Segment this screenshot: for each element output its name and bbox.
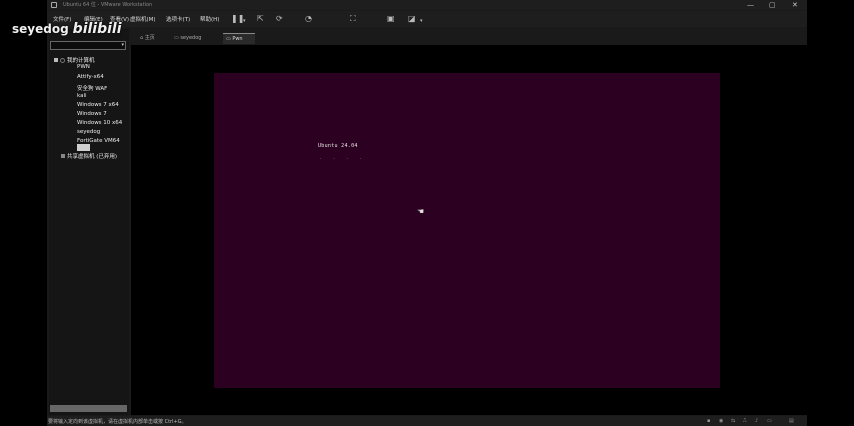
computer-icon: [60, 58, 65, 63]
vmware-icon: [51, 2, 57, 8]
vm-item-seyedog[interactable]: seyedog: [77, 129, 100, 135]
library-search-input[interactable]: ▾: [50, 41, 126, 50]
library-root[interactable]: 我的计算机: [54, 56, 95, 64]
vm-item-kali[interactable]: kali: [77, 93, 87, 99]
library-panel: ▾ 我的计算机 PWN Attify-x64 安全狗 WAF kali Wind…: [49, 29, 129, 415]
fit-guest-icon[interactable]: ▣: [387, 14, 395, 24]
title-bar: Ubuntu 64 位 - VMware Workstation — ▢ ✕: [47, 0, 807, 10]
menu-help[interactable]: 帮助(H): [200, 15, 219, 23]
tab-pwn-label: Pwn: [232, 36, 243, 42]
chevron-down-icon[interactable]: ▾: [121, 42, 124, 48]
send-ctrl-alt-del-icon[interactable]: ⇱: [257, 14, 264, 24]
network-icon[interactable]: ⇆: [731, 418, 735, 424]
boot-progress-dots: · · · ·: [320, 156, 367, 162]
close-button[interactable]: ✕: [792, 0, 798, 10]
fullscreen-icon[interactable]: ◪: [408, 14, 416, 24]
vm-item-win10x64[interactable]: Windows 10 x64: [77, 120, 122, 126]
display-icon[interactable]: ▭: [767, 418, 772, 424]
shared-vms-item[interactable]: 共享虚拟机 (已弃用): [61, 152, 117, 160]
maximize-button[interactable]: ▢: [769, 0, 776, 10]
mouse-cursor-icon: ☚: [417, 207, 425, 216]
sound-icon[interactable]: ♪: [755, 418, 758, 424]
vm-item-win7x64[interactable]: Windows 7 x64: [77, 102, 119, 108]
menu-bar: 文件(F) 编辑(E) 查看(V) 虚拟机(M) 选项卡(T) 帮助(H) ❚❚…: [47, 11, 807, 27]
boot-text: Ubuntu 24.04: [318, 143, 358, 149]
vm-item-win7[interactable]: Windows 7: [77, 111, 107, 117]
tab-seyedog[interactable]: ▭ seyedog: [171, 33, 221, 44]
tab-home[interactable]: ⌂ 主页: [137, 33, 169, 44]
shared-vms-label: 共享虚拟机 (已弃用): [67, 154, 118, 160]
usb-icon[interactable]: ⎍: [743, 418, 747, 424]
bilibili-logo: bilibili: [72, 21, 122, 37]
menu-vm[interactable]: 虚拟机(M): [130, 15, 156, 23]
tab-home-label: 主页: [144, 35, 155, 41]
fullscreen-dropdown-icon[interactable]: ▾: [420, 16, 423, 26]
shared-folder-icon: [61, 154, 65, 158]
revert-snapshot-icon[interactable]: ◔: [305, 14, 312, 24]
tab-pwn[interactable]: ▭ Pwn: [223, 33, 255, 44]
manage-snapshots-icon[interactable]: ⛶: [350, 14, 356, 24]
video-watermark: seyedog bilibili: [12, 21, 122, 37]
snapshot-icon[interactable]: ⟳: [276, 14, 283, 24]
menu-tabs[interactable]: 选项卡(T): [166, 15, 190, 23]
minimize-button[interactable]: —: [747, 0, 754, 10]
library-scrollbar[interactable]: [50, 405, 127, 412]
vm-item-waf[interactable]: 安全狗 WAF: [77, 84, 107, 92]
cdrom-icon[interactable]: ◉: [719, 418, 723, 424]
vm-item-attify[interactable]: Attify-x64: [77, 74, 104, 80]
status-text: 要将输入定向到该虚拟机，请在虚拟机内部单击或按 Ctrl+G。: [48, 419, 187, 425]
status-bar: 要将输入定向到该虚拟机，请在虚拟机内部单击或按 Ctrl+G。 ▪ ◉ ⇆ ⎍ …: [47, 416, 807, 426]
hdd-icon[interactable]: ▪: [707, 418, 710, 424]
watermark-text: seyedog: [12, 22, 69, 36]
tab-bar: ⌂ 主页 ▭ seyedog ▭ Pwn: [131, 33, 807, 44]
window-title: Ubuntu 64 位 - VMware Workstation: [63, 2, 153, 8]
collapse-icon[interactable]: [54, 58, 58, 62]
vm-item-pwn[interactable]: PWN: [77, 64, 90, 70]
message-icon[interactable]: ▤: [789, 418, 794, 424]
guest-screen[interactable]: [214, 73, 720, 388]
vm-item-selected[interactable]: [77, 144, 90, 151]
tab-seyedog-label: seyedog: [180, 35, 202, 41]
pause-dropdown-icon[interactable]: ▾: [243, 16, 246, 26]
